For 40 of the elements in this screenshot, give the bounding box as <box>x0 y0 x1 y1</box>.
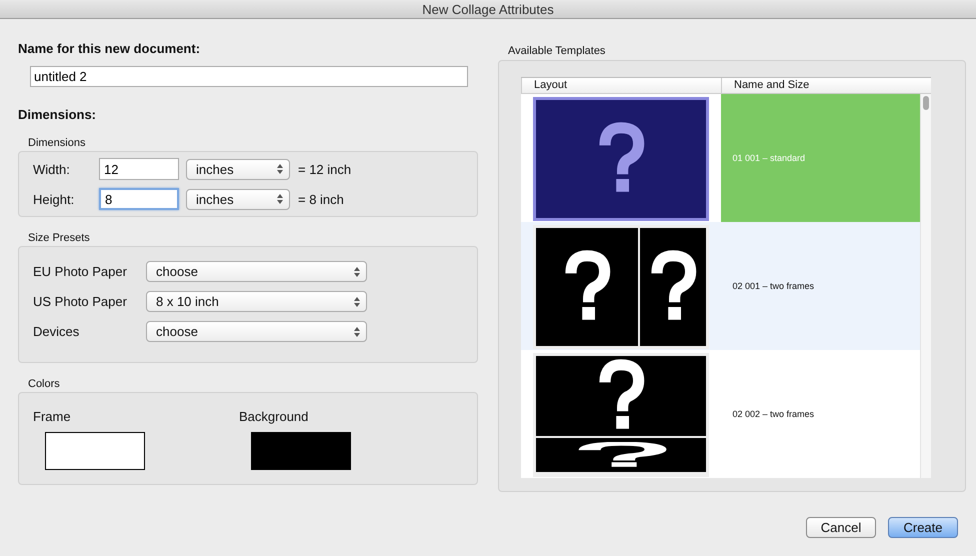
field-label: Height: <box>33 192 76 206</box>
stepper-arrows-icon <box>277 164 283 174</box>
popup-button[interactable]: choose <box>146 321 367 342</box>
field-label: Devices <box>33 324 80 339</box>
popup-button[interactable]: inches <box>186 188 290 210</box>
cancel-button[interactable]: Cancel <box>806 517 876 538</box>
popup-button[interactable]: inches <box>186 158 290 180</box>
popup-button[interactable]: choose <box>146 261 367 282</box>
color-well[interactable] <box>251 432 351 470</box>
field-label: US Photo Paper <box>33 294 128 309</box>
stepper-arrows-icon <box>354 326 360 336</box>
layout-thumbnail[interactable] <box>532 97 709 221</box>
color-well[interactable] <box>45 432 145 470</box>
scrollbar-thumb[interactable] <box>923 96 930 110</box>
stepper-arrows-icon <box>354 266 360 276</box>
group-title: Dimensions <box>28 137 86 149</box>
layout-thumbnail[interactable] <box>532 225 709 349</box>
template-name[interactable]: 02 002 – two frames <box>720 350 920 478</box>
field-label: EU Photo Paper <box>33 264 128 279</box>
field-label: Width: <box>33 162 71 176</box>
window-title: New Collage Attributes <box>422 2 554 16</box>
group-title: Size Presets <box>28 232 91 244</box>
column-header[interactable]: Layout <box>521 78 721 93</box>
number-field[interactable]: 8 <box>99 188 179 210</box>
group-title: Available Templates <box>508 45 606 57</box>
stepper-arrows-icon <box>354 296 360 306</box>
popup-button[interactable]: 8 x 10 inch <box>146 291 367 312</box>
name-field[interactable]: untitled 2 <box>30 66 468 87</box>
color-label: Background <box>239 409 310 424</box>
stepper-arrows-icon <box>277 194 283 204</box>
section-label: Name for this new document: <box>18 41 202 56</box>
color-label: Frame <box>33 409 72 424</box>
layout-thumbnail[interactable] <box>532 353 709 477</box>
number-field[interactable]: 12 <box>99 158 179 180</box>
result-text: = 12 inch <box>298 162 352 176</box>
group-title: Colors <box>28 378 61 390</box>
result-text: = 8 inch <box>298 192 344 206</box>
section-label: Dimensions: <box>18 107 98 122</box>
create-button[interactable]: Create <box>888 517 958 538</box>
column-header[interactable]: Name and Size <box>721 78 921 93</box>
